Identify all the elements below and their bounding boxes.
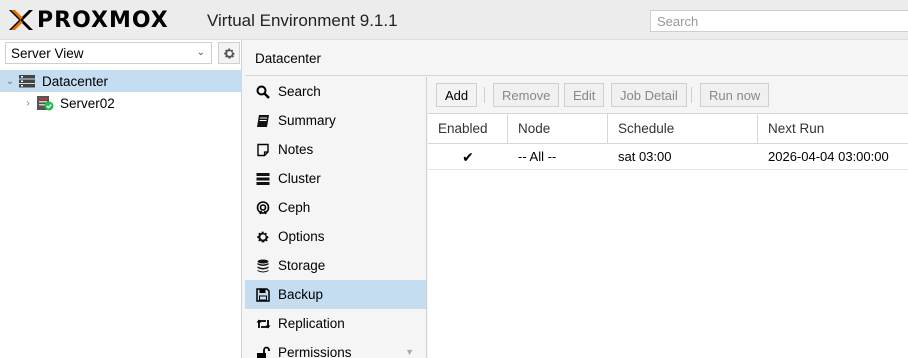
tree-item-server02[interactable]: › Server02	[0, 92, 242, 114]
book-icon	[255, 113, 271, 129]
menu-item-permissions[interactable]: Permissions	[245, 338, 426, 358]
toolbar-separator	[484, 87, 485, 103]
column-header-node[interactable]: Node	[508, 114, 608, 144]
menu-item-label: Replication	[278, 316, 345, 331]
tree-item-label: Datacenter	[42, 73, 109, 89]
cell-node: -- All --	[518, 149, 557, 164]
enabled-check-icon: ✔	[462, 149, 474, 165]
menu-item-backup[interactable]: Backup	[245, 280, 426, 309]
menu-item-label: Storage	[278, 258, 326, 273]
view-selector-value: Server View	[11, 46, 84, 61]
menu-item-storage[interactable]: Storage	[245, 251, 426, 280]
remove-button[interactable]: Remove	[493, 83, 560, 107]
top-header: PROXMOX Virtual Environment 9.1.1 Search	[0, 0, 908, 40]
edit-button[interactable]: Edit	[564, 83, 605, 107]
server-icon	[255, 171, 271, 187]
tree-item-label: Server02	[60, 95, 115, 111]
retweet-icon	[255, 316, 271, 332]
global-search-input[interactable]: Search	[650, 10, 908, 32]
column-header-enabled[interactable]: Enabled	[428, 114, 508, 144]
backup-jobs-grid: Enabled Node Schedule Next Run ✔ -- All …	[428, 114, 908, 358]
gear-icon	[223, 48, 235, 59]
resource-tree-panel: Server View ⌄ ⌄ Datacenter › Server02	[0, 40, 242, 358]
menu-item-cluster[interactable]: Cluster	[245, 164, 426, 193]
menu-item-label: Summary	[278, 113, 336, 128]
menu-item-label: Options	[278, 229, 325, 244]
datacenter-icon	[19, 75, 35, 88]
resource-tree: ⌄ Datacenter › Server02	[0, 70, 242, 114]
cell-schedule: sat 03:00	[618, 149, 672, 164]
job-detail-button[interactable]: Job Detail	[611, 83, 687, 107]
brand-text: PROXMOX	[37, 7, 169, 33]
floppy-icon	[255, 287, 271, 303]
note-icon	[255, 142, 271, 158]
column-header-next-run[interactable]: Next Run	[758, 114, 908, 144]
backup-toolbar: Add Remove Edit Job Detail Run now	[428, 77, 908, 114]
gear-icon	[255, 229, 271, 245]
column-header-schedule[interactable]: Schedule	[608, 114, 758, 144]
menu-item-label: Permissions	[278, 345, 352, 358]
search-icon	[255, 84, 271, 100]
tree-item-datacenter[interactable]: ⌄ Datacenter	[0, 70, 242, 92]
datacenter-menu: Search Summary Notes Cluster Ceph Option…	[245, 77, 427, 358]
tree-settings-button[interactable]	[218, 42, 240, 64]
menu-item-search[interactable]: Search	[245, 77, 426, 106]
chevron-right-icon[interactable]: ›	[22, 98, 34, 109]
node-online-icon	[36, 95, 54, 111]
proxmox-logo[interactable]: PROXMOX	[7, 7, 169, 33]
menu-item-ceph[interactable]: Ceph	[245, 193, 426, 222]
run-now-button[interactable]: Run now	[700, 83, 770, 107]
version-label: Virtual Environment 9.1.1	[207, 11, 398, 30]
grid-header: Enabled Node Schedule Next Run	[428, 114, 908, 144]
toolbar-separator	[691, 87, 692, 103]
unlock-icon	[255, 345, 271, 358]
menu-item-replication[interactable]: Replication	[245, 309, 426, 338]
ceph-icon	[255, 200, 271, 216]
chevron-down-icon[interactable]: ⌄	[4, 76, 16, 87]
table-row[interactable]: ✔ -- All -- sat 03:00 2026-04-04 03:00:0…	[428, 144, 908, 170]
add-button[interactable]: Add	[436, 83, 478, 107]
view-selector[interactable]: Server View ⌄	[5, 42, 212, 64]
scroll-down-icon[interactable]: ▼	[405, 347, 414, 357]
menu-item-label: Cluster	[278, 171, 321, 186]
content-title: Datacenter	[245, 40, 908, 76]
menu-item-label: Backup	[278, 287, 324, 302]
menu-item-options[interactable]: Options	[245, 222, 426, 251]
database-icon	[255, 258, 271, 274]
menu-item-summary[interactable]: Summary	[245, 106, 426, 135]
chevron-down-icon: ⌄	[196, 47, 205, 58]
cell-next-run: 2026-04-04 03:00:00	[768, 149, 889, 164]
menu-item-label: Search	[278, 84, 321, 99]
menu-item-label: Ceph	[278, 200, 311, 215]
proxmox-x-icon	[9, 10, 33, 30]
menu-item-notes[interactable]: Notes	[245, 135, 426, 164]
menu-item-label: Notes	[278, 142, 314, 157]
